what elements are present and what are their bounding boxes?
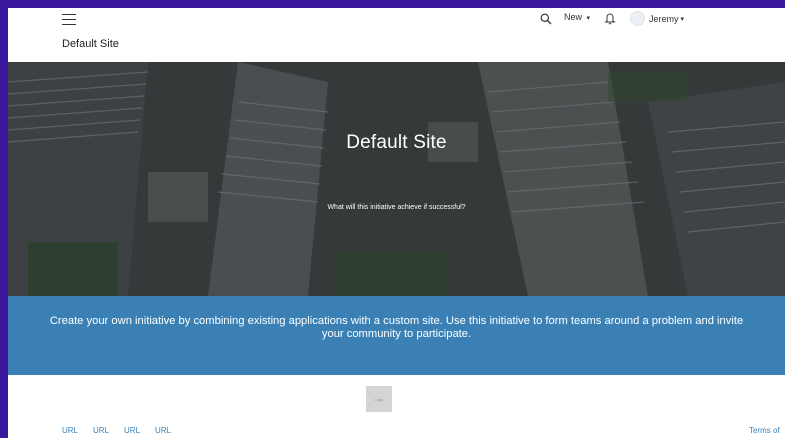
footer-link[interactable]: URL bbox=[124, 426, 140, 435]
browser-viewport: Default Site New ▾ Jeremy ▾ Default Site… bbox=[8, 8, 785, 438]
description-text: Create your own initiative by combining … bbox=[49, 315, 744, 340]
footer-link[interactable]: URL bbox=[155, 426, 171, 435]
hero-banner: Default Site What will this initiative a… bbox=[8, 62, 785, 296]
hero-subtitle: What will this initiative achieve if suc… bbox=[327, 204, 466, 211]
user-name: Jeremy bbox=[649, 13, 679, 24]
hero-title: Default Site bbox=[346, 132, 447, 153]
footer-link[interactable]: URL bbox=[93, 426, 109, 435]
chevron-down-icon: ▾ bbox=[680, 15, 685, 23]
footer-logo: Logo bbox=[366, 386, 392, 412]
new-menu-label: New bbox=[564, 12, 583, 22]
site-header: Default Site New ▾ Jeremy ▾ bbox=[8, 8, 785, 62]
user-menu[interactable]: Jeremy ▾ bbox=[630, 11, 684, 26]
footer-link[interactable]: URL bbox=[62, 426, 78, 435]
chevron-down-icon: ▾ bbox=[586, 15, 591, 22]
site-name[interactable]: Default Site bbox=[62, 38, 119, 50]
footer-links: URL URL URL URL bbox=[62, 426, 171, 435]
footer-logo-text: Logo bbox=[374, 396, 384, 402]
new-menu-button[interactable]: New ▾ bbox=[564, 12, 590, 22]
search-icon[interactable] bbox=[540, 13, 552, 25]
terms-link[interactable]: Terms of bbox=[749, 426, 780, 435]
menu-icon[interactable] bbox=[62, 14, 76, 26]
description-band: Create your own initiative by combining … bbox=[8, 296, 785, 375]
hero-overlay bbox=[8, 62, 785, 296]
bell-icon[interactable] bbox=[604, 12, 616, 25]
avatar bbox=[630, 11, 645, 26]
